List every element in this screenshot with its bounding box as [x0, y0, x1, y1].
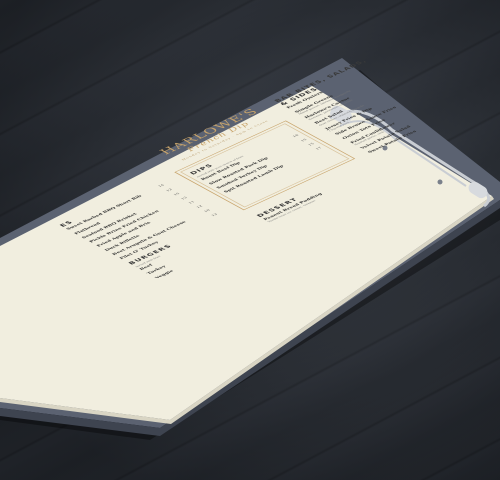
item-price: 15 [173, 192, 181, 197]
item-price: 13 [180, 196, 189, 201]
item-price: 14 [157, 184, 166, 188]
item-price: 13 [211, 213, 220, 218]
item-price: 12 [165, 188, 174, 193]
item-price: 11 [188, 200, 197, 205]
clipboard-scene: HARLOWE'S French Dip Monday to Saturday … [0, 0, 500, 480]
section-title-starters: ES [58, 219, 75, 228]
item-price: 10 [203, 209, 212, 214]
item-price: 12 [196, 204, 204, 209]
